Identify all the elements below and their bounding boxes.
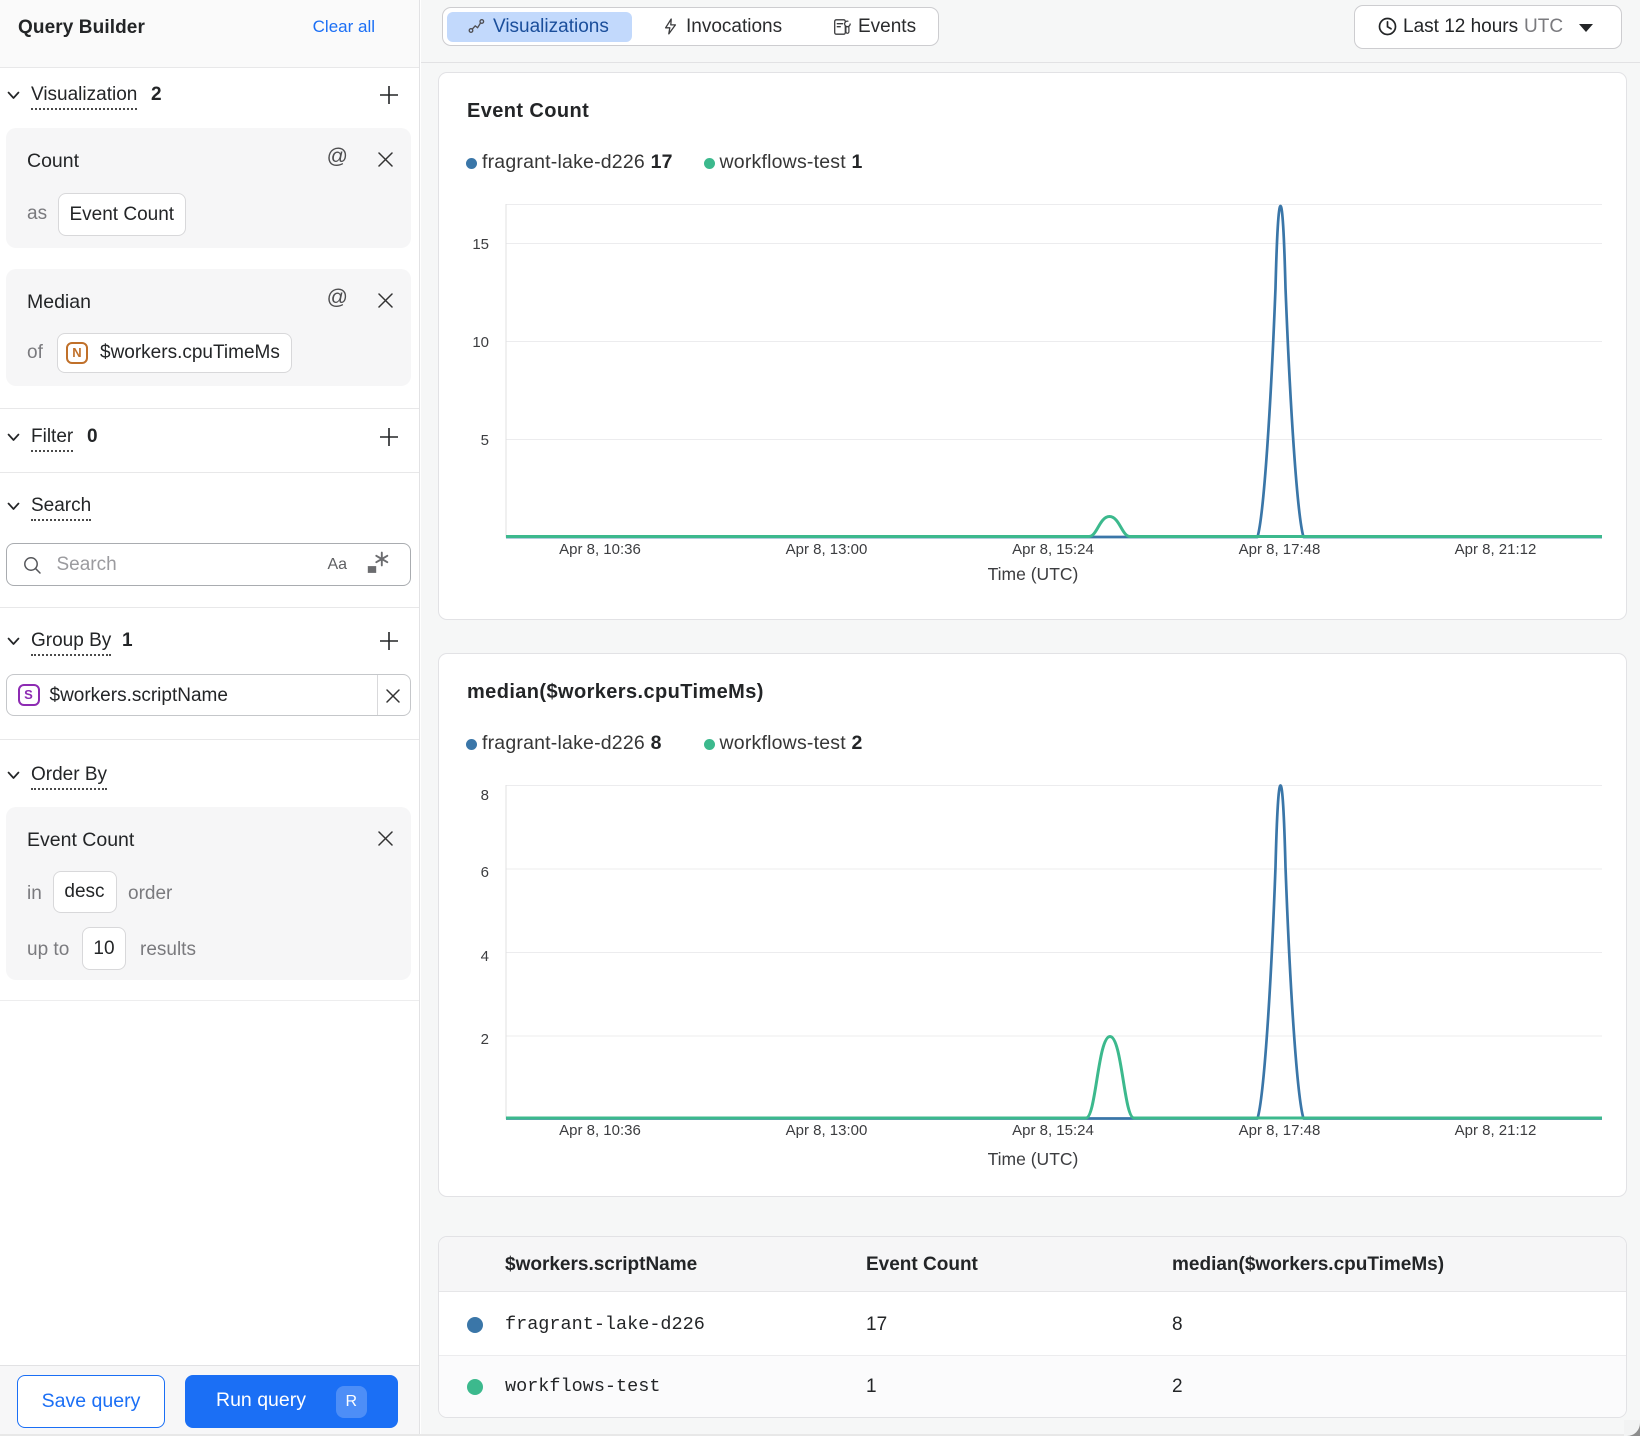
svg-text:8: 8 (481, 787, 489, 804)
svg-text:Apr 8, 17:48: Apr 8, 17:48 (1239, 541, 1321, 558)
svg-text:5: 5 (481, 432, 489, 449)
svg-text:Apr 8, 10:36: Apr 8, 10:36 (559, 1122, 641, 1139)
svg-text:2: 2 (481, 1031, 489, 1048)
svg-text:6: 6 (481, 864, 489, 881)
svg-text:Time (UTC): Time (UTC) (988, 564, 1079, 584)
svg-text:Apr 8, 10:36: Apr 8, 10:36 (559, 541, 641, 558)
svg-text:Apr 8, 13:00: Apr 8, 13:00 (786, 1122, 868, 1139)
svg-text:Apr 8, 15:24: Apr 8, 15:24 (1012, 541, 1094, 558)
svg-text:Apr 8, 17:48: Apr 8, 17:48 (1239, 1122, 1321, 1139)
svg-text:Apr 8, 21:12: Apr 8, 21:12 (1455, 541, 1537, 558)
svg-text:4: 4 (481, 948, 489, 965)
svg-text:10: 10 (472, 334, 489, 351)
svg-text:Apr 8, 21:12: Apr 8, 21:12 (1455, 1122, 1537, 1139)
svg-text:15: 15 (472, 236, 489, 253)
svg-text:Apr 8, 15:24: Apr 8, 15:24 (1012, 1122, 1094, 1139)
svg-text:Time (UTC): Time (UTC) (988, 1149, 1079, 1169)
svg-text:Apr 8, 13:00: Apr 8, 13:00 (786, 541, 868, 558)
